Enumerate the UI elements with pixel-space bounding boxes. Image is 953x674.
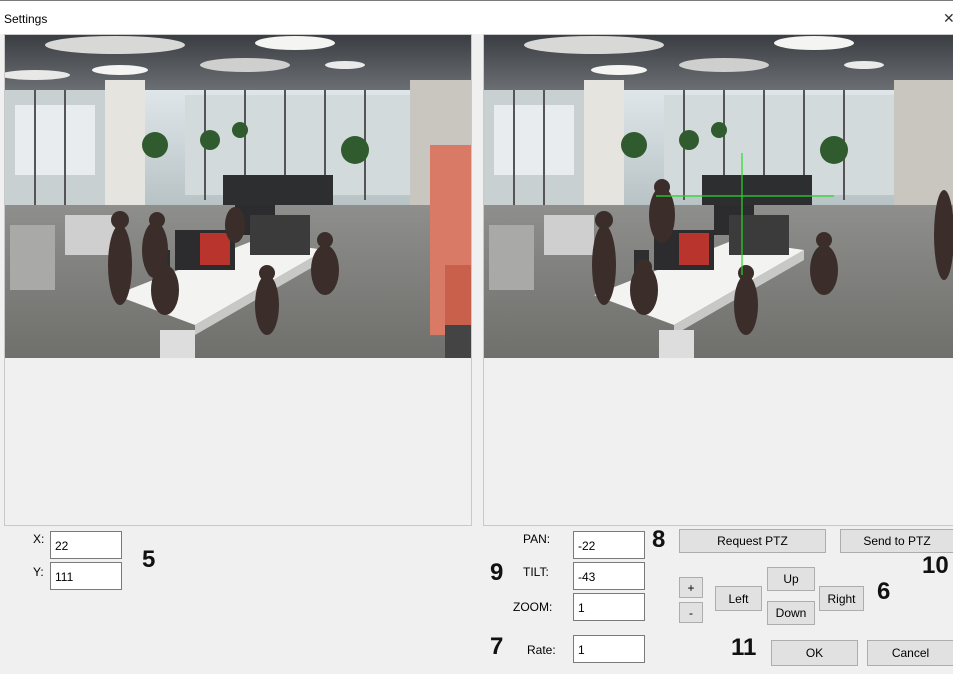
- settings-dialog: Settings ✕ X: 22 Y: 111 5 PAN: -22 8 9 T…: [0, 0, 953, 674]
- callout-8: 8: [652, 526, 666, 553]
- callout-5: 5: [142, 546, 156, 573]
- x-label: X:: [33, 532, 45, 546]
- zoom-field[interactable]: 1: [573, 593, 645, 621]
- ptz-camera-image[interactable]: [484, 35, 953, 358]
- pan-field[interactable]: -22: [573, 531, 645, 559]
- zoom-out-button[interactable]: -: [679, 602, 703, 623]
- source-camera-image[interactable]: [5, 35, 471, 358]
- request-ptz-button[interactable]: Request PTZ: [679, 529, 826, 553]
- x-field[interactable]: 22: [50, 531, 122, 559]
- ok-button[interactable]: OK: [771, 640, 858, 666]
- rate-field[interactable]: 1: [573, 635, 645, 663]
- callout-6: 6: [877, 578, 891, 605]
- y-label: Y:: [33, 565, 44, 579]
- y-field[interactable]: 111: [50, 562, 122, 590]
- up-button[interactable]: Up: [767, 567, 815, 591]
- send-to-ptz-button[interactable]: Send to PTZ: [840, 529, 953, 553]
- title-bar: Settings ✕: [0, 0, 953, 34]
- pan-label: PAN:: [523, 532, 551, 546]
- callout-11: 11: [731, 634, 757, 661]
- close-icon[interactable]: ✕: [943, 9, 953, 27]
- callout-9: 9: [490, 559, 504, 586]
- callout-7: 7: [490, 633, 504, 660]
- left-button[interactable]: Left: [715, 586, 762, 611]
- right-button[interactable]: Right: [819, 586, 864, 611]
- down-button[interactable]: Down: [767, 601, 815, 625]
- window-title: Settings: [4, 12, 48, 26]
- rate-label: Rate:: [527, 643, 556, 657]
- tilt-field[interactable]: -43: [573, 562, 645, 590]
- callout-10: 10: [922, 552, 949, 579]
- ptz-camera-pane: [483, 34, 953, 526]
- source-camera-pane: [4, 34, 472, 526]
- zoom-label: ZOOM:: [513, 600, 553, 614]
- zoom-in-button[interactable]: +: [679, 577, 703, 598]
- cancel-button[interactable]: Cancel: [867, 640, 953, 666]
- tilt-label: TILT:: [523, 565, 549, 579]
